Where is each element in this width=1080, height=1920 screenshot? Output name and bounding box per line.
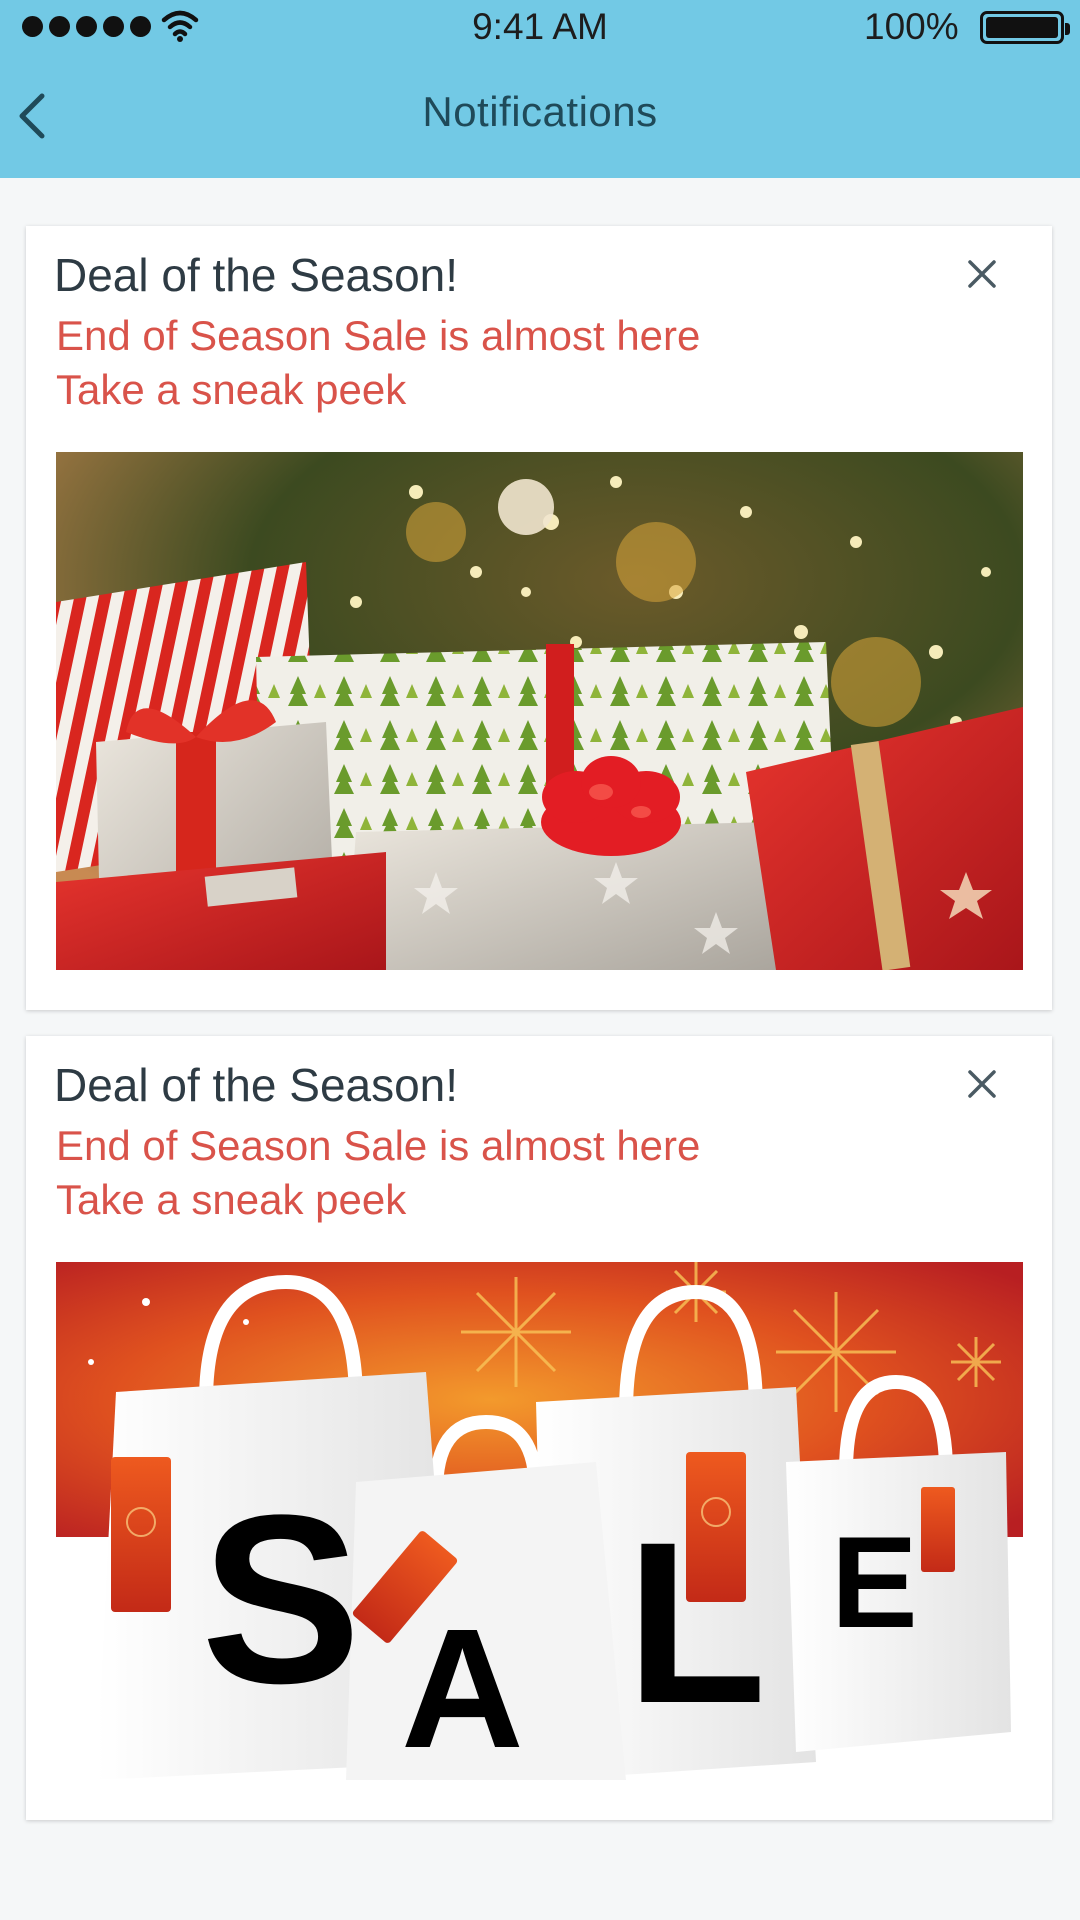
notification-message: End of Season Sale is almost here (56, 1122, 701, 1169)
close-icon[interactable] (964, 1066, 1000, 1102)
battery-percentage: 100% (864, 6, 959, 47)
notification-message: End of Season Sale is almost here (56, 312, 701, 359)
svg-text:S: S (201, 1465, 361, 1733)
status-bar: 9:41 AM 100% (0, 0, 1080, 56)
close-icon[interactable] (964, 256, 1000, 292)
notification-card[interactable]: Deal of the Season! End of Season Sale i… (26, 226, 1052, 1010)
christmas-presents-image[interactable] (56, 452, 1023, 970)
svg-text:E: E (831, 1509, 918, 1655)
navigation-bar: Notifications (0, 60, 1080, 170)
notification-title: Deal of the Season! (54, 1059, 459, 1111)
sale-shopping-bags-image[interactable]: S A L E (56, 1262, 1023, 1780)
notification-cta: Take a sneak peek (56, 366, 407, 413)
notification-card[interactable]: Deal of the Season! End of Season Sale i… (26, 1036, 1052, 1820)
notification-title: Deal of the Season! (54, 249, 459, 301)
svg-text:A: A (401, 1594, 524, 1780)
battery-icon (980, 11, 1070, 44)
app-header: 9:41 AM 100% Notifications (0, 0, 1080, 178)
notification-cta: Take a sneak peek (56, 1176, 407, 1223)
page-title: Notifications (422, 88, 658, 135)
